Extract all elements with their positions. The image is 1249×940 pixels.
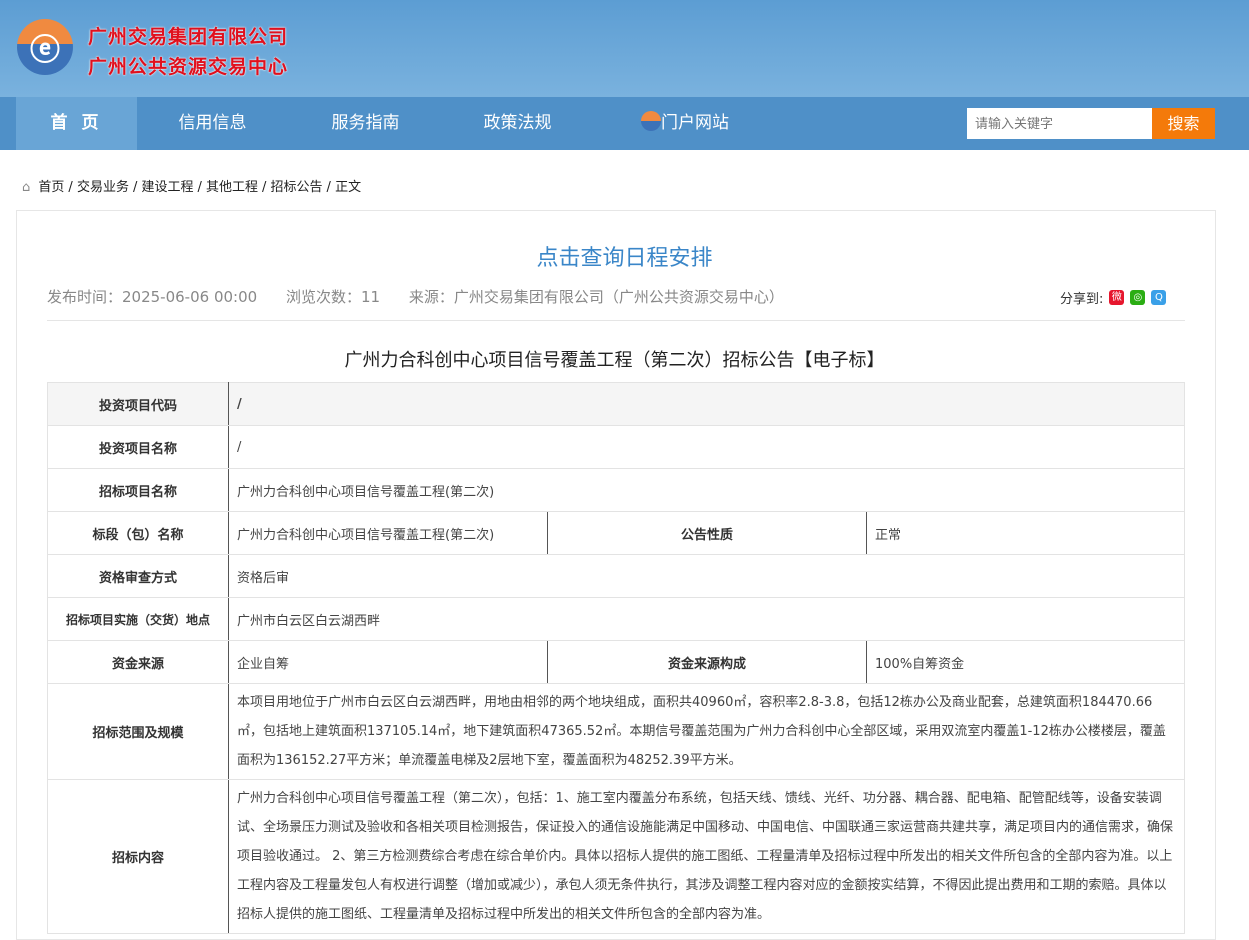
home-icon: ⌂ <box>22 180 30 195</box>
row-value: / <box>229 426 1185 469</box>
source: 来源：广州交易集团有限公司（广州公共资源交易中心） <box>409 288 784 306</box>
crumb-trading[interactable]: 交易业务 <box>77 180 129 195</box>
row-value: 广州力合科创中心项目信号覆盖工程(第二次) <box>229 469 1185 512</box>
nav-policy[interactable]: 政策法规 <box>455 97 580 150</box>
site-logo[interactable]: ⓔ <box>17 19 73 75</box>
weibo-icon[interactable]: 微 <box>1109 290 1124 305</box>
view-count: 浏览次数：11 <box>286 288 380 306</box>
row-value: 本项目用地位于广州市白云区白云湖西畔，用地由相邻的两个地块组成，面积共40960… <box>229 684 1185 780</box>
qq-icon[interactable]: Q <box>1151 290 1166 305</box>
search-input[interactable] <box>967 108 1152 139</box>
table-row: 投资项目代码/ <box>48 383 1185 426</box>
table-row: 投资项目名称/ <box>48 426 1185 469</box>
row-label: 资金来源 <box>48 641 229 684</box>
table-row: 招标项目实施（交货）地点广州市白云区白云湖西畔 <box>48 598 1185 641</box>
table-row: 资格审查方式资格后审 <box>48 555 1185 598</box>
nav-service-guide[interactable]: 服务指南 <box>303 97 428 150</box>
nav-portal-label: 门户网站 <box>661 113 729 133</box>
row-label: 招标项目实施（交货）地点 <box>48 598 229 641</box>
nav-portal[interactable]: 门户网站 <box>630 97 740 150</box>
crumb-other[interactable]: 其他工程 <box>206 180 258 195</box>
crumb-tender[interactable]: 招标公告 <box>271 180 323 195</box>
breadcrumb: ⌂ 首页/ 交易业务/ 建设工程/ 其他工程/ 招标公告/ 正文 <box>22 176 365 195</box>
org-name-line1: 广州交易集团有限公司 <box>88 22 288 49</box>
share-label: 分享到: <box>1060 288 1103 307</box>
row-value: 广州市白云区白云湖西畔 <box>229 598 1185 641</box>
row-label: 标段（包）名称 <box>48 512 229 555</box>
crumb-current: 正文 <box>335 180 361 195</box>
article-meta: 发布时间：2025-06-06 00:00 浏览次数：11 来源：广州交易集团有… <box>47 286 808 307</box>
table-row: 招标项目名称广州力合科创中心项目信号覆盖工程(第二次) <box>48 469 1185 512</box>
row-label: 招标内容 <box>48 780 229 934</box>
wechat-icon[interactable]: ◎ <box>1130 290 1145 305</box>
row-label: 资格审查方式 <box>48 555 229 598</box>
row-label: 公告性质 <box>548 512 867 555</box>
publish-time: 发布时间：2025-06-06 00:00 <box>47 288 257 306</box>
crumb-home[interactable]: 首页 <box>38 180 64 195</box>
row-label: 投资项目名称 <box>48 426 229 469</box>
nav-home[interactable]: 首 页 <box>16 97 137 150</box>
row-value: 广州力合科创中心项目信号覆盖工程（第二次），包括：1、施工室内覆盖分布系统，包括… <box>229 780 1185 934</box>
notice-table: 投资项目代码/ 投资项目名称/ 招标项目名称广州力合科创中心项目信号覆盖工程(第… <box>47 382 1185 934</box>
row-value: 正常 <box>867 512 1185 555</box>
row-value: 资格后审 <box>229 555 1185 598</box>
table-row: 招标内容广州力合科创中心项目信号覆盖工程（第二次），包括：1、施工室内覆盖分布系… <box>48 780 1185 934</box>
row-label: 招标项目名称 <box>48 469 229 512</box>
row-label: 资金来源构成 <box>548 641 867 684</box>
table-row: 招标范围及规模本项目用地位于广州市白云区白云湖西畔，用地由相邻的两个地块组成，面… <box>48 684 1185 780</box>
table-row: 资金来源企业自筹资金来源构成100%自筹资金 <box>48 641 1185 684</box>
row-label: 招标范围及规模 <box>48 684 229 780</box>
crumb-construction[interactable]: 建设工程 <box>141 180 193 195</box>
row-value: / <box>229 383 1185 426</box>
org-name-line2: 广州公共资源交易中心 <box>88 52 288 79</box>
article-title: 广州力合科创中心项目信号覆盖工程（第二次）招标公告【电子标】 <box>0 346 1229 372</box>
schedule-link[interactable]: 点击查询日程安排 <box>0 240 1249 272</box>
share-bar: 分享到: 微 ◎ Q <box>1060 288 1166 307</box>
search-button[interactable]: 搜索 <box>1152 108 1215 139</box>
row-value: 100%自筹资金 <box>867 641 1185 684</box>
row-value: 广州力合科创中心项目信号覆盖工程(第二次) <box>229 512 548 555</box>
row-value: 企业自筹 <box>229 641 548 684</box>
table-row: 标段（包）名称广州力合科创中心项目信号覆盖工程(第二次)公告性质正常 <box>48 512 1185 555</box>
nav-credit-info[interactable]: 信用信息 <box>150 97 275 150</box>
row-label: 投资项目代码 <box>48 383 229 426</box>
portal-icon <box>641 111 661 131</box>
site-header: ⓔ 广州交易集团有限公司 广州公共资源交易中心 <box>0 0 1249 97</box>
divider <box>47 320 1185 321</box>
